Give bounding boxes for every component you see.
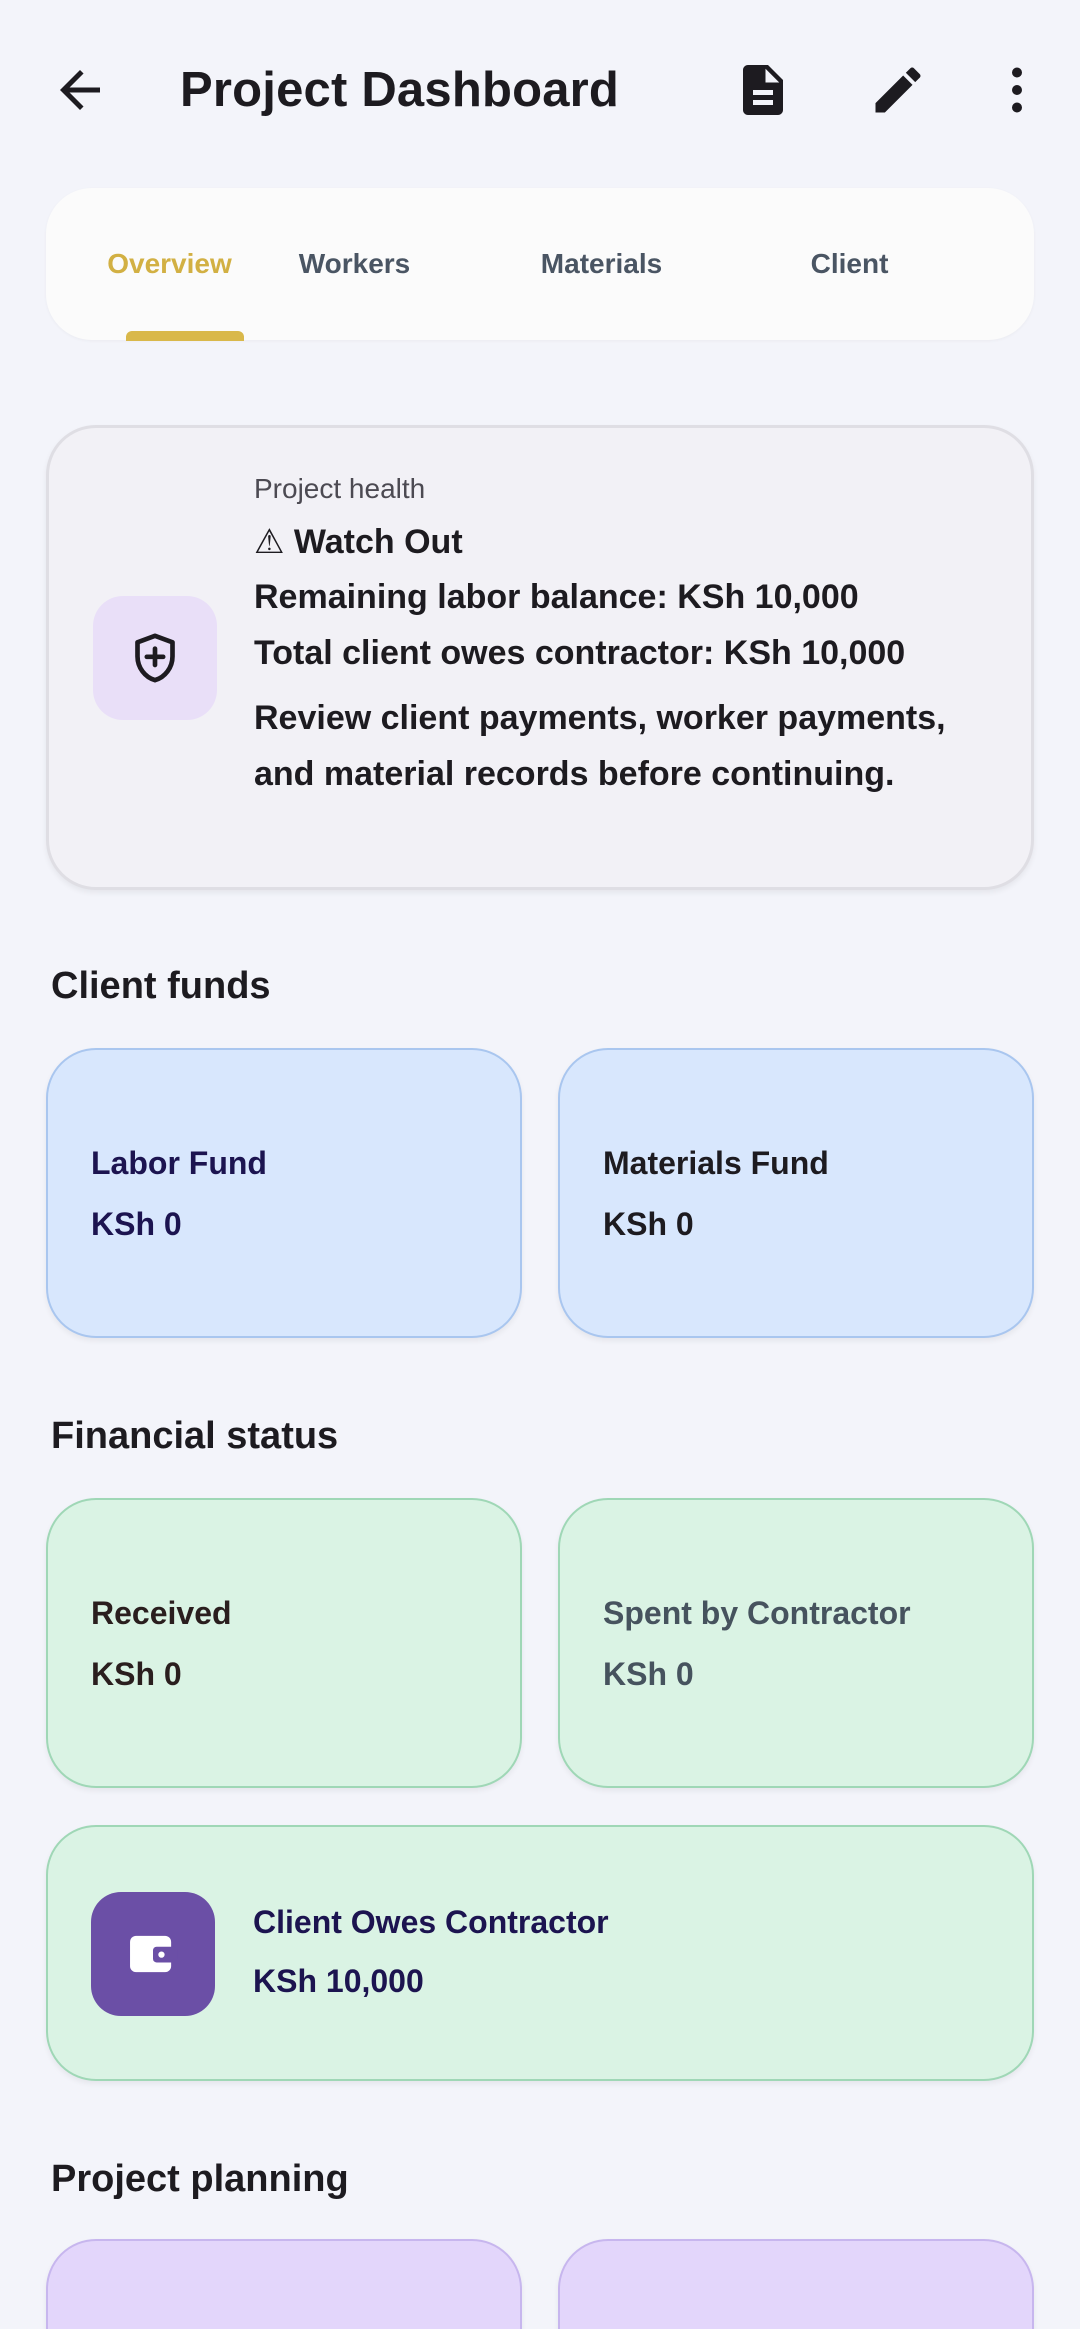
planning-card-right[interactable] bbox=[558, 2239, 1034, 2329]
back-button[interactable] bbox=[50, 60, 110, 120]
spent-value: KSh 0 bbox=[603, 1656, 694, 1692]
financial-status-heading: Financial status bbox=[51, 1415, 339, 1457]
client-owes-total: Total client owes contractor: KSh 10,000 bbox=[254, 634, 906, 672]
document-icon bbox=[743, 65, 783, 115]
project-planning-heading: Project planning bbox=[51, 2158, 349, 2200]
tab-workers[interactable]: Workers bbox=[231, 188, 478, 340]
materials-fund-label: Materials Fund bbox=[603, 1145, 829, 1181]
report-button[interactable] bbox=[731, 58, 795, 122]
labor-fund-card[interactable]: Labor Fund KSh 0 bbox=[46, 1048, 522, 1338]
page-title: Project Dashboard bbox=[180, 63, 620, 117]
materials-fund-card[interactable]: Materials Fund KSh 0 bbox=[558, 1048, 1034, 1338]
shield-plus-icon bbox=[135, 633, 175, 683]
received-card[interactable]: Received KSh 0 bbox=[46, 1498, 522, 1788]
edit-button[interactable] bbox=[866, 58, 930, 122]
received-value: KSh 0 bbox=[91, 1656, 182, 1692]
spent-by-contractor-card[interactable]: Spent by Contractor KSh 0 bbox=[558, 1498, 1034, 1788]
materials-fund-value: KSh 0 bbox=[603, 1206, 694, 1242]
tab-client[interactable]: Client bbox=[726, 188, 973, 340]
health-label: Project health bbox=[254, 473, 426, 504]
labor-fund-value: KSh 0 bbox=[91, 1206, 182, 1242]
planning-card-left[interactable] bbox=[46, 2239, 522, 2329]
project-health-card: Project health ⚠ Watch Out Remaining lab… bbox=[46, 425, 1034, 890]
pencil-icon bbox=[875, 67, 921, 113]
health-status: ⚠ Watch Out bbox=[254, 523, 463, 561]
labor-fund-label: Labor Fund bbox=[91, 1145, 267, 1181]
client-funds-heading: Client funds bbox=[51, 965, 271, 1007]
client-owes-value: KSh 10,000 bbox=[253, 1963, 424, 1999]
tab-bar: Overview Workers Materials Client bbox=[46, 188, 1034, 340]
more-vert-icon bbox=[1012, 67, 1022, 113]
wallet-icon-container bbox=[91, 1892, 215, 2016]
client-owes-label: Client Owes Contractor bbox=[253, 1904, 609, 1940]
tab-indicator bbox=[126, 331, 244, 341]
wallet-icon bbox=[130, 1935, 178, 1973]
tab-materials[interactable]: Materials bbox=[478, 188, 725, 340]
arrow-back-icon bbox=[60, 70, 100, 110]
client-owes-contractor-card[interactable]: Client Owes Contractor KSh 10,000 bbox=[46, 1825, 1034, 2081]
spent-label: Spent by Contractor bbox=[603, 1595, 911, 1631]
more-options-button[interactable] bbox=[985, 58, 1049, 122]
project-dashboard-screen: Project Dashboard Overview Workers Mater… bbox=[0, 0, 1080, 2329]
remaining-labor-balance: Remaining labor balance: KSh 10,000 bbox=[254, 578, 859, 616]
top-app-bar: Project Dashboard bbox=[0, 0, 1080, 186]
received-label: Received bbox=[91, 1595, 232, 1631]
health-advice: Review client payments, worker payments,… bbox=[254, 699, 946, 793]
health-icon-container bbox=[93, 596, 217, 720]
